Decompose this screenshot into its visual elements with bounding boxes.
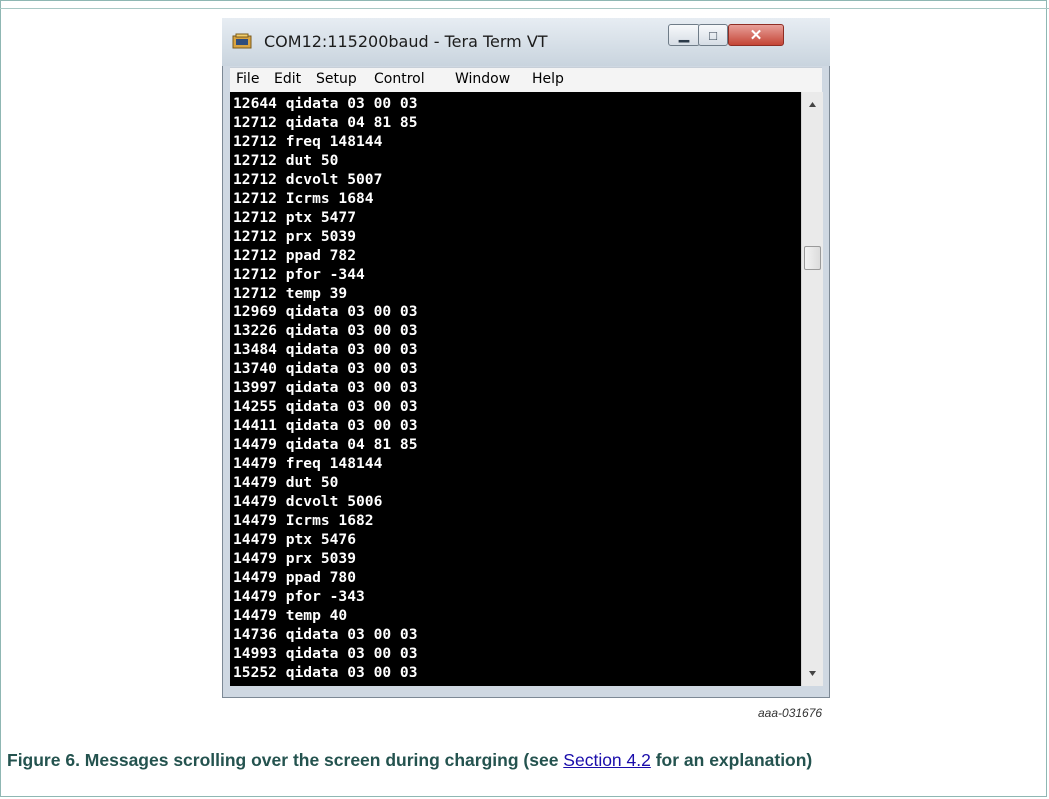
terminal-line: 12712 prx 5039 <box>233 227 357 245</box>
maximize-button[interactable]: □ <box>698 24 728 46</box>
terminal-line: 12644 qidata 03 00 03 <box>233 95 418 112</box>
terminal-line: 12712 freq 148144 <box>233 132 383 150</box>
terminal-line: 12712 qidata 04 81 85 <box>233 113 418 131</box>
vertical-scrollbar[interactable] <box>801 92 823 686</box>
minimize-icon: ▁ <box>679 27 689 42</box>
menu-control[interactable]: Control <box>374 71 425 87</box>
terminal-line: 12712 pfor -344 <box>233 265 365 283</box>
terminal-line: 13740 qidata 03 00 03 <box>233 360 418 378</box>
terminal-line: 15252 qidata 03 00 03 <box>233 663 418 681</box>
menu-file[interactable]: File <box>236 71 259 87</box>
terminal-line: 12712 ptx 5477 <box>233 208 357 226</box>
minimize-button[interactable]: ▁ <box>668 24 700 46</box>
figure-caption: Figure 6. Messages scrolling over the sc… <box>7 748 1037 772</box>
tera-term-icon <box>232 33 252 49</box>
terminal-line: 12712 temp 39 <box>233 284 348 302</box>
section-link[interactable]: Section 4.2 <box>563 750 651 770</box>
window-title: COM12:115200baud - Tera Term VT <box>264 32 548 51</box>
terminal-line: 14479 ppad 780 <box>233 568 357 586</box>
terminal-line: 14479 freq 148144 <box>233 455 383 473</box>
title-bar[interactable]: COM12:115200baud - Tera Term VT ▁ □ ✕ <box>222 18 830 66</box>
terminal-line: 12712 dcvolt 5007 <box>233 170 383 188</box>
menu-window[interactable]: Window <box>455 71 510 87</box>
terminal-line: 13484 qidata 03 00 03 <box>233 341 418 359</box>
terminal-line: 14411 qidata 03 00 03 <box>233 417 418 435</box>
menu-edit[interactable]: Edit <box>274 71 301 87</box>
terminal-line: 13226 qidata 03 00 03 <box>233 322 418 340</box>
scroll-down-button[interactable] <box>802 664 823 682</box>
tera-term-window: COM12:115200baud - Tera Term VT ▁ □ ✕ Fi… <box>222 18 830 698</box>
terminal-line: 12712 Icrms 1684 <box>233 189 374 207</box>
figure-header-strip <box>0 0 1049 9</box>
terminal-line: 14736 qidata 03 00 03 <box>233 625 418 643</box>
scroll-down-icon <box>809 671 816 676</box>
terminal-line: 14479 pfor -343 <box>233 587 365 605</box>
scroll-up-icon <box>809 102 816 107</box>
terminal-line: 14479 qidata 04 81 85 <box>233 436 418 454</box>
terminal-line: 12712 ppad 782 <box>233 246 357 264</box>
terminal-line: 14479 dcvolt 5006 <box>233 492 383 510</box>
scroll-up-button[interactable] <box>802 96 823 114</box>
terminal-line: 12712 dut 50 <box>233 151 339 169</box>
terminal-output[interactable]: 12644 qidata 03 00 03 12712 qidata 04 81 … <box>230 92 801 686</box>
caption-prefix: Figure 6. Messages scrolling over the sc… <box>7 750 564 770</box>
terminal-line: 14479 temp 40 <box>233 606 348 624</box>
maximize-icon: □ <box>709 27 717 43</box>
terminal-line: 14479 prx 5039 <box>233 549 357 567</box>
close-icon: ✕ <box>749 27 763 44</box>
close-button[interactable]: ✕ <box>728 24 784 46</box>
terminal-line: 14479 Icrms 1682 <box>233 511 374 529</box>
terminal-line: 13997 qidata 03 00 03 <box>233 379 418 397</box>
terminal-line: 14993 qidata 03 00 03 <box>233 644 418 662</box>
terminal-line: 12969 qidata 03 00 03 <box>233 303 418 321</box>
terminal-line: 14479 dut 50 <box>233 474 339 491</box>
caption-suffix: for an explanation) <box>650 750 813 770</box>
terminal-line: 14479 ptx 5476 <box>233 530 357 548</box>
menu-bar: File Edit Setup Control Window Help <box>230 67 822 92</box>
figure-id: aaa-031676 <box>758 706 823 720</box>
scroll-thumb[interactable] <box>804 245 821 270</box>
terminal-line: 14255 qidata 03 00 03 <box>233 398 418 416</box>
menu-setup[interactable]: Setup <box>316 71 357 87</box>
menu-help[interactable]: Help <box>532 71 564 87</box>
